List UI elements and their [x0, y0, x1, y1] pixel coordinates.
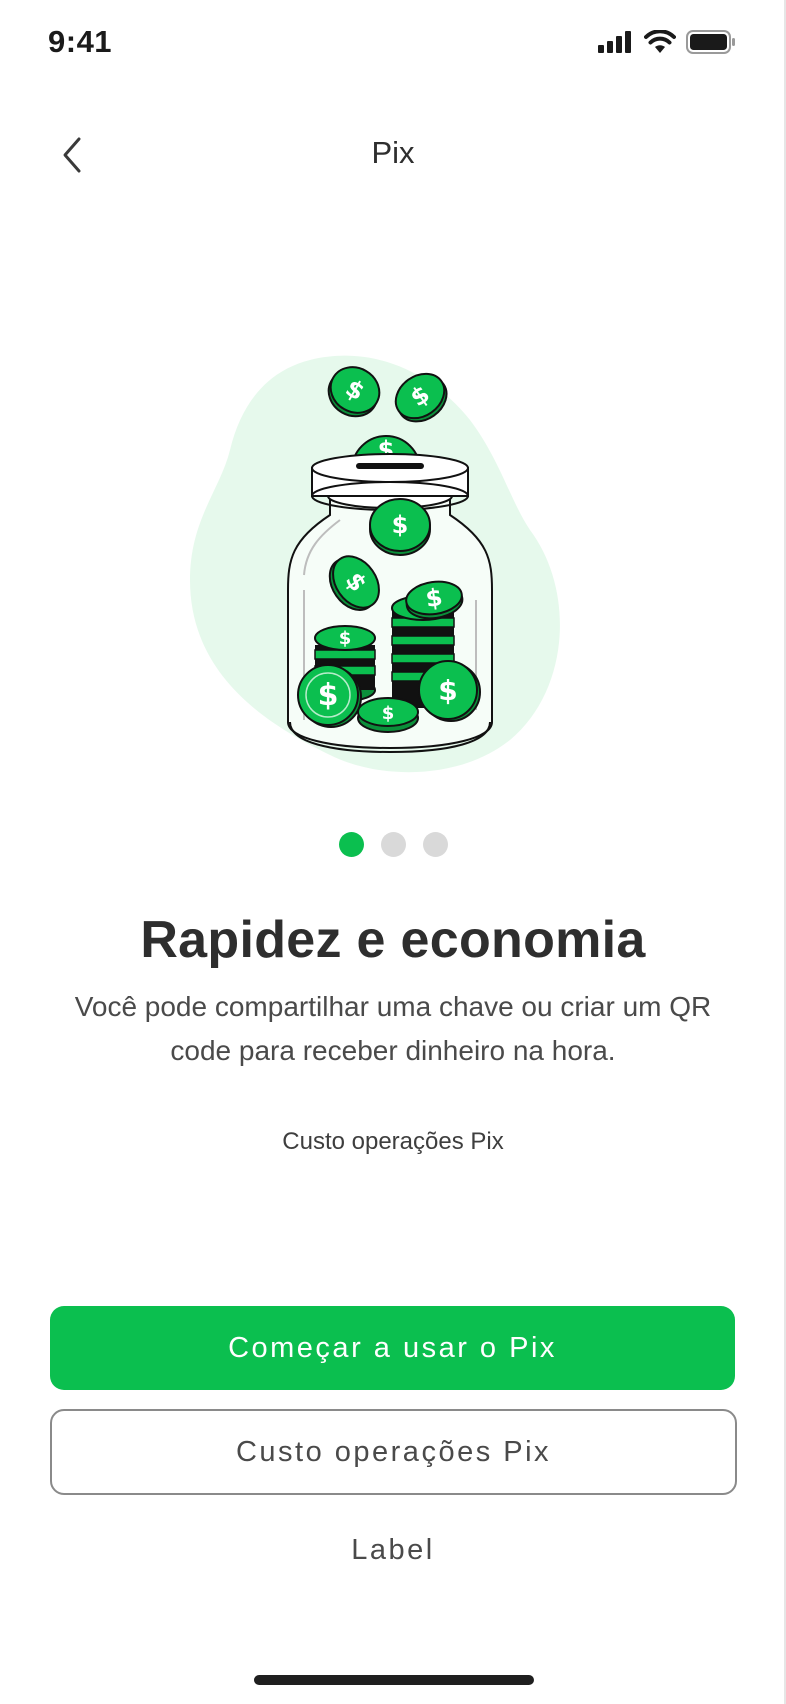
pix-cost-link[interactable]: Custo operações Pix	[0, 1128, 786, 1156]
start-using-pix-button[interactable]: Começar a usar o Pix	[50, 1306, 735, 1390]
nav-header: Pix	[0, 115, 786, 195]
svg-text:$: $	[438, 674, 457, 707]
cellular-signal-icon	[598, 31, 631, 53]
svg-text:$: $	[339, 628, 352, 649]
page-title: Pix	[371, 135, 415, 170]
onboarding-title: Rapidez e economia	[140, 911, 646, 969]
page-dot-1-active[interactable]	[338, 832, 364, 857]
pix-cost-button[interactable]: Custo operações Pix	[50, 1409, 737, 1495]
svg-text:$: $	[382, 703, 395, 724]
status-bar: 9:41	[0, 0, 786, 90]
status-time: 9:41	[48, 24, 113, 59]
label-button[interactable]: Label	[0, 1534, 786, 1567]
onboarding-description: Você pode compartilhar uma chave ou cria…	[74, 991, 712, 1066]
svg-text:$: $	[318, 678, 339, 713]
coin-jar-illustration: $ $ $ $ $	[180, 350, 600, 780]
page-dot-2[interactable]	[380, 832, 406, 857]
status-icons	[598, 30, 736, 54]
battery-icon	[686, 30, 735, 54]
wifi-icon	[644, 30, 676, 53]
page-dot-3[interactable]	[422, 832, 448, 857]
page-indicator	[0, 832, 786, 857]
home-indicator	[254, 1675, 534, 1685]
